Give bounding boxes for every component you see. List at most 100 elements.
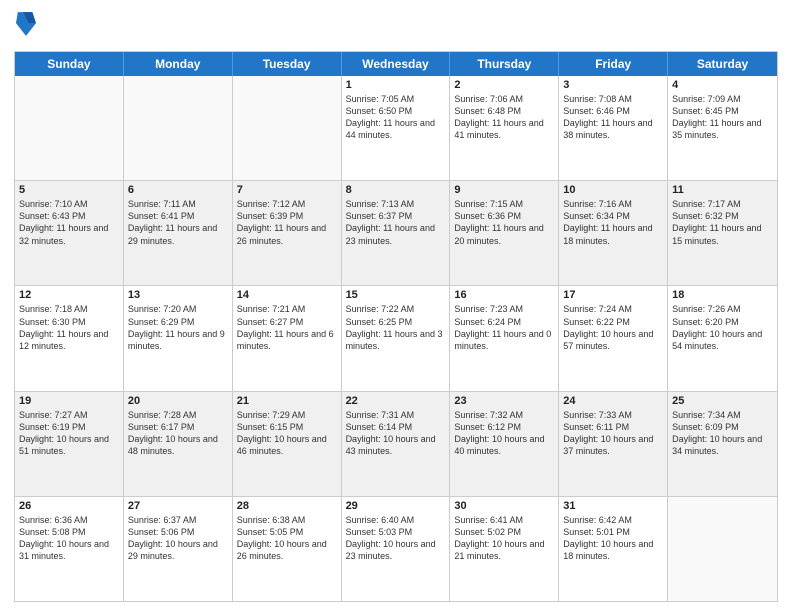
day-number: 2 bbox=[454, 79, 554, 91]
calendar-header: SundayMondayTuesdayWednesdayThursdayFrid… bbox=[15, 52, 777, 76]
cal-cell bbox=[15, 76, 124, 180]
cal-cell: 21Sunrise: 7:29 AM Sunset: 6:15 PM Dayli… bbox=[233, 392, 342, 496]
cal-cell: 19 Sunrise: 7:27 AM Sunset: 6:19 PM Dayli… bbox=[15, 392, 124, 496]
cell-info: Sunrise: 7:27 AM Sunset: 6:19 PM Dayligh… bbox=[19, 409, 119, 458]
cell-info: Sunrise: 7:13 AM Sunset: 6:37 PM Dayligh… bbox=[346, 198, 446, 247]
calendar: SundayMondayTuesdayWednesdayThursdayFrid… bbox=[14, 51, 778, 602]
day-number: 22 bbox=[346, 395, 446, 407]
cal-cell bbox=[124, 76, 233, 180]
day-number: 7 bbox=[237, 184, 337, 196]
day-header-monday: Monday bbox=[124, 52, 233, 76]
cal-cell: 7Sunrise: 7:12 AM Sunset: 6:39 PM Daylig… bbox=[233, 181, 342, 285]
cal-cell: 16Sunrise: 7:23 AM Sunset: 6:24 PM Dayli… bbox=[450, 286, 559, 390]
cal-cell bbox=[233, 76, 342, 180]
day-header-sunday: Sunday bbox=[15, 52, 124, 76]
cal-cell: 28Sunrise: 6:38 AM Sunset: 5:05 PM Dayli… bbox=[233, 497, 342, 601]
day-header-thursday: Thursday bbox=[450, 52, 559, 76]
cal-cell: 2 Sunrise: 7:06 AM Sunset: 6:48 PM Daylig… bbox=[450, 76, 559, 180]
day-number: 5 bbox=[19, 184, 119, 196]
day-header-tuesday: Tuesday bbox=[233, 52, 342, 76]
cell-info: Sunrise: 7:22 AM Sunset: 6:25 PM Dayligh… bbox=[346, 303, 446, 352]
cal-cell: 24 Sunrise: 7:33 AM Sunset: 6:11 PM Dayli… bbox=[559, 392, 668, 496]
cal-cell: 15Sunrise: 7:22 AM Sunset: 6:25 PM Dayli… bbox=[342, 286, 451, 390]
day-number: 3 bbox=[563, 79, 663, 91]
day-number: 10 bbox=[563, 184, 663, 196]
cal-cell: 26 Sunrise: 6:36 AM Sunset: 5:08 PM Dayli… bbox=[15, 497, 124, 601]
cell-info: Sunrise: 7:24 AM Sunset: 6:22 PM Dayligh… bbox=[563, 303, 663, 352]
cell-info: Sunrise: 7:34 AM Sunset: 6:09 PM Dayligh… bbox=[672, 409, 773, 458]
cell-info: Sunrise: 7:32 AM Sunset: 6:12 PM Dayligh… bbox=[454, 409, 554, 458]
day-number: 23 bbox=[454, 395, 554, 407]
cell-info: Sunrise: 7:33 AM Sunset: 6:11 PM Dayligh… bbox=[563, 409, 663, 458]
cal-cell: 5 Sunrise: 7:10 AM Sunset: 6:43 PM Daylig… bbox=[15, 181, 124, 285]
day-header-friday: Friday bbox=[559, 52, 668, 76]
day-number: 12 bbox=[19, 289, 119, 301]
cal-cell: 10 Sunrise: 7:16 AM Sunset: 6:34 PM Dayli… bbox=[559, 181, 668, 285]
cell-info: Sunrise: 7:31 AM Sunset: 6:14 PM Dayligh… bbox=[346, 409, 446, 458]
day-number: 24 bbox=[563, 395, 663, 407]
cal-cell: 31 Sunrise: 6:42 AM Sunset: 5:01 PM Dayli… bbox=[559, 497, 668, 601]
day-number: 4 bbox=[672, 79, 773, 91]
day-number: 6 bbox=[128, 184, 228, 196]
day-number: 18 bbox=[672, 289, 773, 301]
day-number: 30 bbox=[454, 500, 554, 512]
week-row-3: 12 Sunrise: 7:18 AM Sunset: 6:30 PM Dayli… bbox=[15, 286, 777, 391]
cal-cell: 20 Sunrise: 7:28 AM Sunset: 6:17 PM Dayli… bbox=[124, 392, 233, 496]
cal-cell: 6 Sunrise: 7:11 AM Sunset: 6:41 PM Daylig… bbox=[124, 181, 233, 285]
logo-icon bbox=[16, 10, 36, 38]
day-number: 27 bbox=[128, 500, 228, 512]
cal-cell: 12 Sunrise: 7:18 AM Sunset: 6:30 PM Dayli… bbox=[15, 286, 124, 390]
day-number: 25 bbox=[672, 395, 773, 407]
cell-info: Sunrise: 6:37 AM Sunset: 5:06 PM Dayligh… bbox=[128, 514, 228, 563]
cell-info: Sunrise: 7:16 AM Sunset: 6:34 PM Dayligh… bbox=[563, 198, 663, 247]
day-number: 26 bbox=[19, 500, 119, 512]
cal-cell: 23 Sunrise: 7:32 AM Sunset: 6:12 PM Dayli… bbox=[450, 392, 559, 496]
cal-cell: 11 Sunrise: 7:17 AM Sunset: 6:32 PM Dayli… bbox=[668, 181, 777, 285]
day-number: 16 bbox=[454, 289, 554, 301]
cell-info: Sunrise: 7:20 AM Sunset: 6:29 PM Dayligh… bbox=[128, 303, 228, 352]
cell-info: Sunrise: 7:09 AM Sunset: 6:45 PM Dayligh… bbox=[672, 93, 773, 142]
cell-info: Sunrise: 7:06 AM Sunset: 6:48 PM Dayligh… bbox=[454, 93, 554, 142]
cell-info: Sunrise: 6:41 AM Sunset: 5:02 PM Dayligh… bbox=[454, 514, 554, 563]
cal-cell: 9Sunrise: 7:15 AM Sunset: 6:36 PM Daylig… bbox=[450, 181, 559, 285]
cell-info: Sunrise: 6:42 AM Sunset: 5:01 PM Dayligh… bbox=[563, 514, 663, 563]
cal-cell: 18 Sunrise: 7:26 AM Sunset: 6:20 PM Dayli… bbox=[668, 286, 777, 390]
week-row-4: 19 Sunrise: 7:27 AM Sunset: 6:19 PM Dayli… bbox=[15, 392, 777, 497]
day-number: 8 bbox=[346, 184, 446, 196]
day-header-saturday: Saturday bbox=[668, 52, 777, 76]
cal-cell: 29Sunrise: 6:40 AM Sunset: 5:03 PM Dayli… bbox=[342, 497, 451, 601]
cell-info: Sunrise: 6:36 AM Sunset: 5:08 PM Dayligh… bbox=[19, 514, 119, 563]
cal-cell: 14Sunrise: 7:21 AM Sunset: 6:27 PM Dayli… bbox=[233, 286, 342, 390]
cal-cell: 8 Sunrise: 7:13 AM Sunset: 6:37 PM Daylig… bbox=[342, 181, 451, 285]
cell-info: Sunrise: 6:38 AM Sunset: 5:05 PM Dayligh… bbox=[237, 514, 337, 563]
cell-info: Sunrise: 7:17 AM Sunset: 6:32 PM Dayligh… bbox=[672, 198, 773, 247]
logo bbox=[14, 10, 36, 43]
header bbox=[14, 10, 778, 43]
cell-info: Sunrise: 7:05 AM Sunset: 6:50 PM Dayligh… bbox=[346, 93, 446, 142]
cell-info: Sunrise: 7:28 AM Sunset: 6:17 PM Dayligh… bbox=[128, 409, 228, 458]
day-number: 29 bbox=[346, 500, 446, 512]
day-number: 11 bbox=[672, 184, 773, 196]
cal-cell: 3Sunrise: 7:08 AM Sunset: 6:46 PM Daylig… bbox=[559, 76, 668, 180]
cell-info: Sunrise: 7:18 AM Sunset: 6:30 PM Dayligh… bbox=[19, 303, 119, 352]
day-number: 31 bbox=[563, 500, 663, 512]
day-number: 19 bbox=[19, 395, 119, 407]
week-row-1: 1Sunrise: 7:05 AM Sunset: 6:50 PM Daylig… bbox=[15, 76, 777, 181]
cal-cell: 25 Sunrise: 7:34 AM Sunset: 6:09 PM Dayli… bbox=[668, 392, 777, 496]
day-number: 9 bbox=[454, 184, 554, 196]
cell-info: Sunrise: 7:11 AM Sunset: 6:41 PM Dayligh… bbox=[128, 198, 228, 247]
week-row-5: 26 Sunrise: 6:36 AM Sunset: 5:08 PM Dayli… bbox=[15, 497, 777, 601]
day-number: 20 bbox=[128, 395, 228, 407]
day-number: 17 bbox=[563, 289, 663, 301]
day-header-wednesday: Wednesday bbox=[342, 52, 451, 76]
cell-info: Sunrise: 7:26 AM Sunset: 6:20 PM Dayligh… bbox=[672, 303, 773, 352]
cal-cell: 27 Sunrise: 6:37 AM Sunset: 5:06 PM Dayli… bbox=[124, 497, 233, 601]
cal-cell: 17 Sunrise: 7:24 AM Sunset: 6:22 PM Dayli… bbox=[559, 286, 668, 390]
day-number: 21 bbox=[237, 395, 337, 407]
page: SundayMondayTuesdayWednesdayThursdayFrid… bbox=[0, 0, 792, 612]
week-row-2: 5 Sunrise: 7:10 AM Sunset: 6:43 PM Daylig… bbox=[15, 181, 777, 286]
day-number: 14 bbox=[237, 289, 337, 301]
cell-info: Sunrise: 7:10 AM Sunset: 6:43 PM Dayligh… bbox=[19, 198, 119, 247]
day-number: 13 bbox=[128, 289, 228, 301]
cal-cell bbox=[668, 497, 777, 601]
